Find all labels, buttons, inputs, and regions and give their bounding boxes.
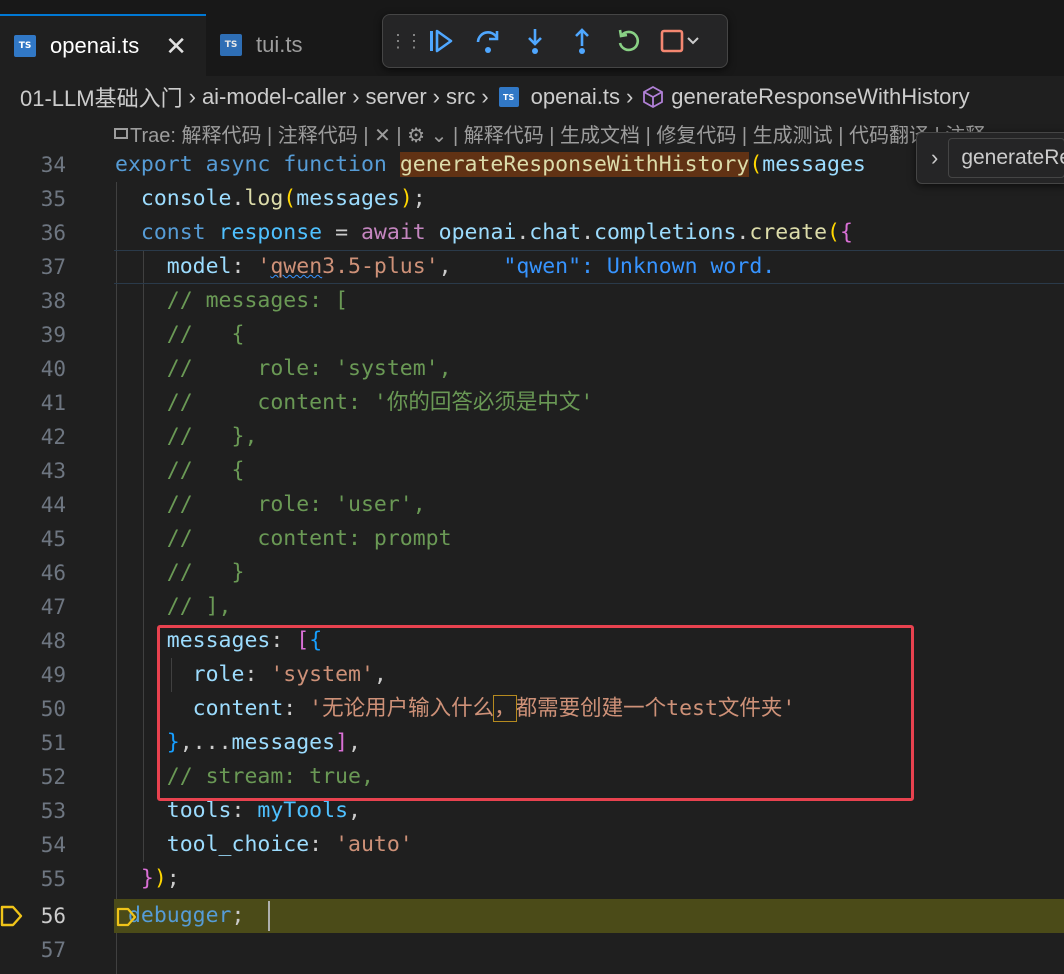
line-number: 47 xyxy=(40,595,66,619)
breadcrumb-item[interactable]: src xyxy=(446,84,475,110)
typescript-file-icon: TS xyxy=(220,34,242,56)
breadcrumb-item[interactable]: generateResponseWithHistory xyxy=(671,84,969,110)
line-number: 41 xyxy=(40,391,66,415)
code-line[interactable]: // content: '你的回答必须是中文' xyxy=(115,386,594,420)
breadcrumb-item[interactable]: openai.ts xyxy=(531,84,620,110)
chevron-right-icon: › xyxy=(625,84,634,109)
line-number: 38 xyxy=(40,289,66,313)
codelens-text[interactable]: Trae: 解释代码 | 注释代码 | ✕ | ⚙︎ ⌄ | 解释代码 | 生成… xyxy=(130,119,985,148)
step-into-icon[interactable] xyxy=(511,21,558,61)
code-editor[interactable]: Trae: 解释代码 | 注释代码 | ✕ | ⚙︎ ⌄ | 解释代码 | 生成… xyxy=(0,118,1064,974)
code-line[interactable]: // content: prompt xyxy=(115,522,452,556)
line-number: 45 xyxy=(40,527,66,551)
debug-toolbar: ⋮⋮ xyxy=(382,14,728,68)
code-line[interactable]: // { xyxy=(115,318,245,352)
tab-openai-ts[interactable]: TS openai.ts ✕ xyxy=(0,14,206,76)
tab-tui-ts[interactable]: TS tui.ts xyxy=(206,14,396,76)
inline-diagnostic: "qwen": Unknown word. xyxy=(503,254,776,279)
code-line[interactable]: // } xyxy=(115,556,245,590)
codelens-actions[interactable]: Trae: 解释代码 | 注释代码 | ✕ | ⚙︎ ⌄ | 解释代码 | 生成… xyxy=(114,118,985,148)
line-number: 50 xyxy=(40,697,66,721)
step-out-icon[interactable] xyxy=(558,21,605,61)
stop-icon[interactable] xyxy=(652,21,708,61)
annotation-highlight-box xyxy=(157,625,914,801)
line-number: 52 xyxy=(40,765,66,789)
continue-icon[interactable] xyxy=(417,21,464,61)
chevron-right-icon: › xyxy=(432,84,440,109)
tab-label: tui.ts xyxy=(256,32,303,57)
line-number: 42 xyxy=(40,425,66,449)
code-line[interactable]: // }, xyxy=(115,420,258,454)
code-line[interactable]: // role: 'system', xyxy=(115,352,452,386)
breadcrumb-item[interactable]: ai-model-caller xyxy=(202,84,346,110)
code-line[interactable]: }); xyxy=(115,862,180,896)
line-number: 36 xyxy=(40,221,66,245)
code-line[interactable]: console.log(messages); xyxy=(115,182,426,216)
typescript-file-icon: TS xyxy=(14,35,36,57)
line-number: 55 xyxy=(40,867,66,891)
line-number: 51 xyxy=(40,731,66,755)
line-number: 54 xyxy=(40,833,66,857)
line-number: 40 xyxy=(40,357,66,381)
code-line[interactable]: // messages: [ xyxy=(115,284,348,318)
close-icon[interactable]: ✕ xyxy=(165,33,187,59)
code-line[interactable]: // role: 'user', xyxy=(115,488,426,522)
chevron-right-icon: › xyxy=(481,84,489,109)
tab-bar: TS openai.ts ✕ TS tui.ts ⋮⋮ xyxy=(0,0,1064,77)
tab-label: openai.ts xyxy=(50,33,140,58)
text-cursor xyxy=(268,901,270,931)
typescript-file-icon: TS xyxy=(498,87,519,107)
line-number: 35 xyxy=(40,187,66,211)
breadcrumb-item[interactable]: server xyxy=(366,84,427,110)
step-over-icon[interactable] xyxy=(464,21,511,61)
chevron-right-icon: › xyxy=(188,84,196,109)
code-line[interactable]: const response = await openai.chat.compl… xyxy=(115,216,853,250)
chevron-right-icon: › xyxy=(352,84,360,109)
line-number: 53 xyxy=(40,799,66,823)
breadcrumb-item[interactable]: 01-LLM基础入门 xyxy=(20,81,183,113)
code-line[interactable]: export async function generateResponseWi… xyxy=(115,148,866,182)
spelling-squiggle: qwen xyxy=(270,254,323,279)
symbol-method-icon xyxy=(641,85,665,109)
code-line[interactable]: // { xyxy=(115,454,245,488)
inline-breakpoint-icon[interactable] xyxy=(116,906,138,933)
line-number: 37 xyxy=(40,255,66,279)
code-line[interactable]: tool_choice: 'auto' xyxy=(115,828,413,862)
line-number: 34 xyxy=(40,153,66,177)
breakpoint-paused-icon[interactable] xyxy=(0,904,24,933)
line-number: 39 xyxy=(40,323,66,347)
code-line[interactable]: // ], xyxy=(115,590,232,624)
line-number: 43 xyxy=(40,459,66,483)
line-number: 48 xyxy=(40,629,66,653)
line-number: 46 xyxy=(40,561,66,585)
line-number: 49 xyxy=(40,663,66,687)
line-number: 44 xyxy=(40,493,66,517)
restart-icon[interactable] xyxy=(605,21,652,61)
code-line[interactable]: model: 'qwen3.5-plus', "qwen": Unknown w… xyxy=(115,250,775,284)
trae-icon xyxy=(114,127,128,139)
breadcrumb: 01-LLM基础入门 › ai-model-caller › server › … xyxy=(0,76,1064,118)
drag-handle-icon[interactable]: ⋮⋮ xyxy=(389,31,423,52)
line-number: 57 xyxy=(40,938,66,962)
